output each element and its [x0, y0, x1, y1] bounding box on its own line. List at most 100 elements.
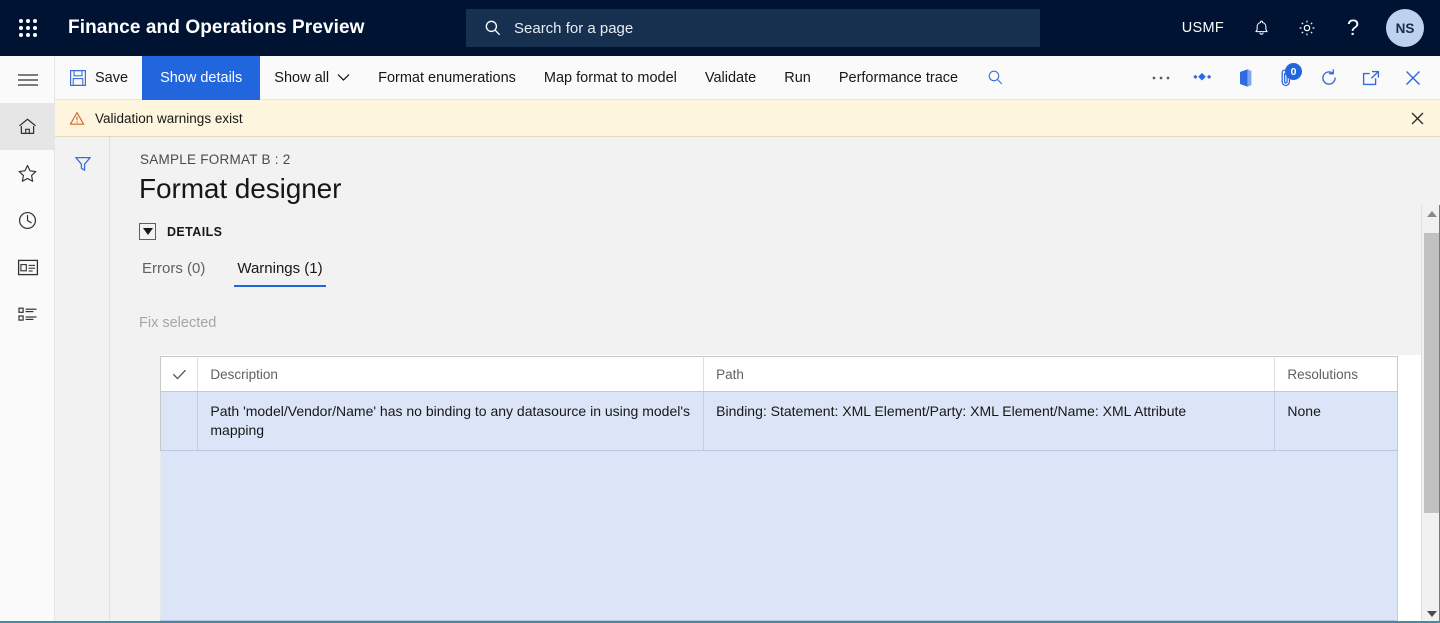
show-details-button[interactable]: Show details: [142, 55, 261, 100]
hamburger-menu-icon: [17, 72, 39, 88]
column-header-path[interactable]: Path: [703, 356, 1276, 392]
close-icon: [1409, 110, 1426, 127]
show-all-label: Show all: [274, 69, 330, 86]
app-root: Finance and Operations Preview Search fo…: [0, 0, 1440, 623]
table-header-row: Description Path Resolutions: [159, 356, 1398, 392]
cell-path: Binding: Statement: XML Element/Party: X…: [703, 391, 1276, 451]
vertical-scrollbar[interactable]: [1421, 205, 1440, 623]
run-label: Run: [784, 69, 811, 86]
format-enumerations-label: Format enumerations: [378, 69, 516, 86]
home-icon: [17, 116, 38, 137]
workspaces-icon: [17, 258, 39, 277]
details-section-label: DETAILS: [167, 224, 223, 239]
tab-warnings[interactable]: Warnings (1): [234, 257, 326, 287]
row-select-cell[interactable]: [159, 391, 199, 451]
map-format-to-model-button[interactable]: Map format to model: [530, 56, 691, 100]
table-empty-cell: [160, 450, 1398, 621]
sidebar-item-home[interactable]: [0, 103, 55, 150]
attachments-button[interactable]: 0: [1266, 56, 1308, 100]
show-details-label: Show details: [160, 69, 243, 86]
save-label: Save: [95, 69, 129, 86]
attachments-count-badge: 0: [1285, 63, 1302, 80]
popout-icon: [1361, 69, 1381, 87]
select-all-header[interactable]: [159, 356, 199, 392]
warnings-grid: Description Path Resolutions Path 'model…: [159, 355, 1422, 623]
performance-trace-button[interactable]: Performance trace: [825, 56, 972, 100]
app-launcher-button[interactable]: [0, 0, 56, 56]
column-header-resolutions[interactable]: Resolutions: [1274, 356, 1398, 392]
cell-resolutions: None: [1274, 391, 1398, 451]
message-bar: Validation warnings exist: [55, 100, 1440, 137]
open-in-office-button[interactable]: [1224, 56, 1266, 100]
list-icon: [17, 305, 39, 324]
details-section-toggle[interactable]: DETAILS: [139, 223, 222, 240]
settings-button[interactable]: [1284, 0, 1330, 56]
sidebar-item-nav-expand[interactable]: [0, 56, 55, 103]
refresh-icon: [1319, 68, 1339, 88]
table-row[interactable]: Path 'model/Vendor/Name' has no binding …: [159, 391, 1398, 451]
star-icon: [17, 163, 38, 184]
validate-button[interactable]: Validate: [691, 56, 770, 100]
share-button[interactable]: [1182, 56, 1224, 100]
format-enumerations-button[interactable]: Format enumerations: [364, 56, 530, 100]
show-all-button[interactable]: Show all: [260, 56, 364, 100]
search-icon: [484, 19, 502, 37]
scroll-up-button[interactable]: [1422, 205, 1440, 223]
close-icon: [1403, 68, 1423, 88]
sidebar-item-modules[interactable]: [0, 291, 55, 338]
help-button[interactable]: ?: [1330, 0, 1376, 56]
action-pane-search-button[interactable]: [974, 56, 1016, 100]
message-bar-text: Validation warnings exist: [95, 110, 243, 126]
warning-triangle-icon: [69, 111, 85, 126]
global-search-placeholder: Search for a page: [514, 19, 634, 37]
breadcrumb: SAMPLE FORMAT B : 2: [140, 152, 291, 167]
fix-selected-button[interactable]: Fix selected: [139, 315, 216, 331]
table-empty-area: [160, 450, 1398, 621]
cell-description: Path 'model/Vendor/Name' has no binding …: [197, 391, 705, 451]
message-bar-close-button[interactable]: [1394, 100, 1440, 136]
bell-icon: [1252, 19, 1271, 38]
search-icon: [987, 69, 1004, 86]
question-mark-icon: ?: [1346, 15, 1360, 40]
share-diamonds-icon: [1193, 71, 1213, 85]
filter-pane-toggle-button[interactable]: [55, 137, 110, 191]
global-search-box[interactable]: Search for a page: [466, 9, 1040, 47]
triangle-down-icon: [1426, 611, 1437, 617]
action-pane-right-cluster: 0: [1140, 56, 1440, 100]
sidebar-item-favorites[interactable]: [0, 150, 55, 197]
overflow-ellipsis-icon: [1151, 75, 1171, 81]
chevron-down-icon: [337, 73, 350, 82]
company-selector[interactable]: USMF: [1168, 0, 1238, 56]
warnings-table: Description Path Resolutions Path 'model…: [159, 356, 1398, 621]
gear-icon: [1297, 18, 1317, 38]
notifications-button[interactable]: [1238, 0, 1284, 56]
open-in-new-window-button[interactable]: [1350, 56, 1392, 100]
app-title: Finance and Operations Preview: [68, 17, 365, 38]
save-disk-icon: [69, 69, 87, 87]
caret-down-icon: [139, 223, 156, 240]
map-format-to-model-label: Map format to model: [543, 69, 677, 86]
column-header-description[interactable]: Description: [197, 356, 705, 392]
left-navigation-rail: [0, 56, 55, 623]
more-options-button[interactable]: [1140, 56, 1182, 100]
page-title: Format designer: [139, 173, 342, 204]
run-button[interactable]: Run: [770, 56, 825, 100]
sidebar-item-workspaces[interactable]: [0, 244, 55, 291]
vertical-scroll-thumb[interactable]: [1424, 233, 1440, 513]
close-page-button[interactable]: [1392, 56, 1434, 100]
clock-icon: [17, 210, 38, 231]
sidebar-item-recent[interactable]: [0, 197, 55, 244]
avatar[interactable]: NS: [1386, 9, 1424, 47]
top-bar-right-cluster: USMF ? NS: [1168, 0, 1440, 56]
performance-trace-label: Performance trace: [838, 69, 959, 86]
save-button[interactable]: Save: [55, 56, 142, 100]
validate-label: Validate: [704, 69, 757, 86]
office-app-icon: [1237, 68, 1253, 88]
waffle-grid-icon: [18, 18, 38, 38]
tab-errors[interactable]: Errors (0): [139, 257, 208, 287]
refresh-button[interactable]: [1308, 56, 1350, 100]
filter-pane-strip: [55, 137, 110, 623]
action-pane: Save Show details Show all Format enumer…: [55, 55, 1440, 100]
page-content: SAMPLE FORMAT B : 2 Format designer DETA…: [110, 137, 1440, 623]
checkmark-icon: [161, 368, 197, 381]
